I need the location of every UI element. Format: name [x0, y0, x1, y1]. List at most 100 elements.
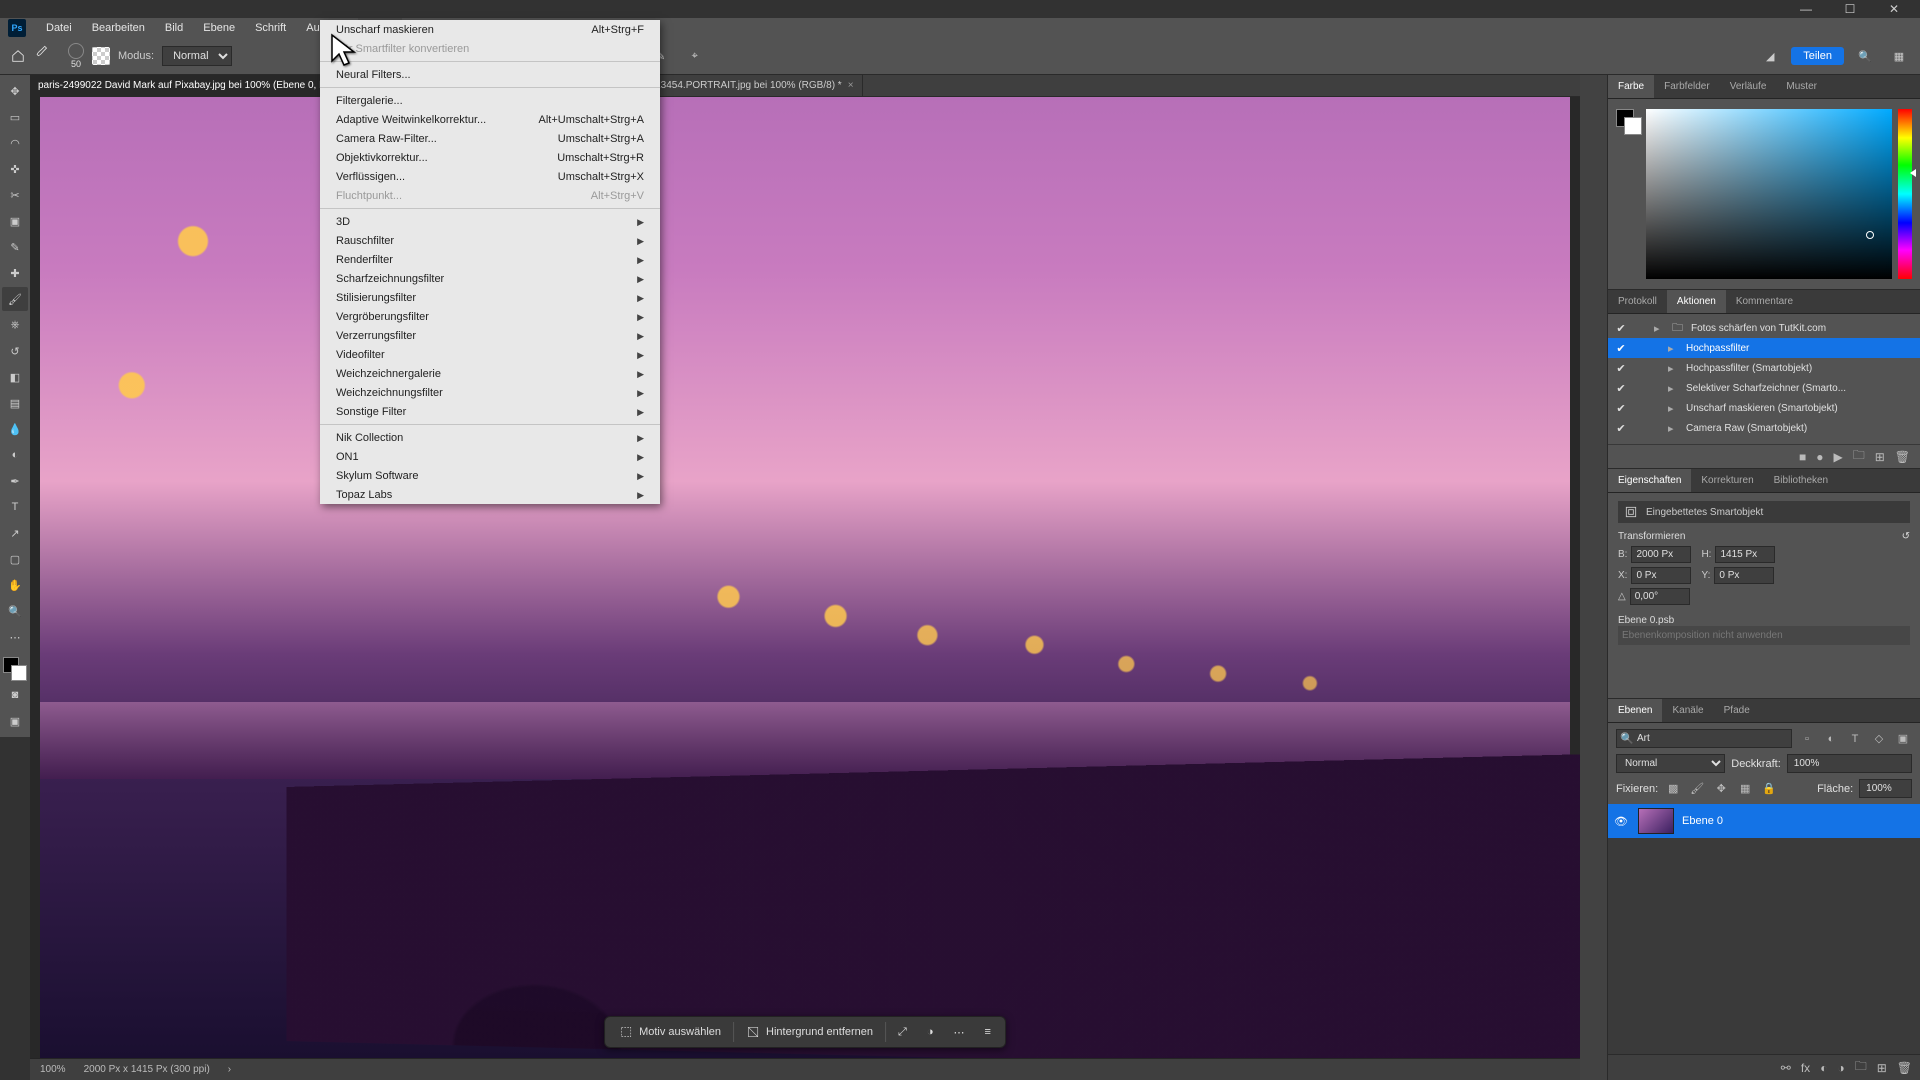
action-row[interactable]: ✔▸Unscharf maskieren (Smartobjekt) [1608, 398, 1920, 418]
height-input[interactable] [1715, 546, 1775, 563]
visibility-icon[interactable]: 👁 [1614, 815, 1630, 828]
opacity-input[interactable] [1787, 754, 1912, 773]
panel-tab-kanäle[interactable]: Kanäle [1662, 699, 1713, 722]
screenmode-icon[interactable]: ▣ [2, 709, 28, 733]
panel-tab-aktionen[interactable]: Aktionen [1667, 290, 1726, 313]
action-row[interactable]: ✔▸Selektiver Scharfzeichner (Smarto... [1608, 378, 1920, 398]
panel-tab-farbe[interactable]: Farbe [1608, 75, 1654, 98]
pen-tool-icon[interactable]: ✒ [2, 469, 28, 493]
zoom-value[interactable]: 100% [40, 1064, 66, 1075]
menu-item[interactable]: Unscharf maskierenAlt+Strg+F [320, 20, 660, 39]
workspace-icon[interactable]: ▦ [1886, 43, 1912, 69]
adjust-icon[interactable]: ◑ [919, 1022, 942, 1042]
panel-tab-kommentare[interactable]: Kommentare [1726, 290, 1803, 313]
layer-name[interactable]: Ebene 0 [1682, 815, 1723, 827]
quickmask-icon[interactable]: ◙ [2, 683, 28, 707]
panel-tab-protokoll[interactable]: Protokoll [1608, 290, 1667, 313]
panel-tab-bibliotheken[interactable]: Bibliotheken [1764, 469, 1838, 492]
minimize-button[interactable]: — [1784, 0, 1828, 18]
menu-item[interactable]: Adaptive Weitwinkelkorrektur...Alt+Umsch… [320, 110, 660, 129]
play-icon[interactable]: ▶ [1833, 450, 1842, 464]
fill-input[interactable] [1859, 779, 1912, 798]
layer-thumbnail[interactable] [1638, 808, 1674, 834]
lock-all-icon[interactable]: 🔒 [1760, 780, 1778, 798]
home-icon[interactable] [8, 46, 28, 66]
marquee-tool-icon[interactable]: ▭ [2, 105, 28, 129]
menu-ebene[interactable]: Ebene [193, 18, 245, 38]
group-icon[interactable]: 🗀 [1855, 1057, 1867, 1078]
menu-item[interactable]: Topaz Labs▶ [320, 485, 660, 504]
filter-shape-icon[interactable]: ◇ [1870, 730, 1888, 748]
new-action-icon[interactable]: ⊞ [1875, 450, 1885, 464]
dodge-tool-icon[interactable]: ◐ [2, 443, 28, 467]
menu-item[interactable]: Vergröberungsfilter▶ [320, 307, 660, 326]
action-set-row[interactable]: ✔▸🗀Fotos schärfen von TutKit.com [1608, 318, 1920, 338]
brush-size-value[interactable]: 50 [71, 59, 81, 69]
new-layer-icon[interactable]: ⊞ [1877, 1061, 1887, 1075]
canvas[interactable]: Motiv auswählen Hintergrund entfernen ⤢ … [30, 97, 1580, 1058]
panel-tab-farbfelder[interactable]: Farbfelder [1654, 75, 1720, 98]
menu-item[interactable]: ON1▶ [320, 447, 660, 466]
width-input[interactable] [1631, 546, 1691, 563]
type-tool-icon[interactable]: T [2, 495, 28, 519]
select-subject-button[interactable]: Motiv auswählen [611, 1021, 729, 1043]
panel-tab-muster[interactable]: Muster [1776, 75, 1827, 98]
search-icon[interactable]: 🔍 [1852, 43, 1878, 69]
fg-bg-color-swatch[interactable] [3, 657, 27, 681]
collapsed-panel-strip[interactable] [1580, 75, 1608, 1080]
new-set-icon[interactable]: 🗀 [1853, 446, 1865, 467]
close-button[interactable]: ✕ [1872, 0, 1916, 18]
menu-item[interactable]: Videofilter▶ [320, 345, 660, 364]
menu-item[interactable]: 3D▶ [320, 212, 660, 231]
history-brush-icon[interactable]: ↺ [2, 339, 28, 363]
transform-icon[interactable]: ⤢ [890, 1022, 915, 1043]
lock-nest-icon[interactable]: ▦ [1736, 780, 1754, 798]
action-row[interactable]: ✔▸Camera Raw (Smartobjekt) [1608, 418, 1920, 438]
brush-preview-icon[interactable] [92, 47, 110, 65]
menu-item[interactable]: Verzerrungsfilter▶ [320, 326, 660, 345]
menu-schrift[interactable]: Schrift [245, 18, 296, 38]
angle-input[interactable] [1630, 588, 1690, 605]
more-icon[interactable]: ⋯ [946, 1022, 973, 1043]
menu-item[interactable]: Verflüssigen...Umschalt+Strg+X [320, 167, 660, 186]
menu-item[interactable]: Renderfilter▶ [320, 250, 660, 269]
menu-item[interactable]: Objektivkorrektur...Umschalt+Strg+R [320, 148, 660, 167]
color-fgbg-swatch[interactable] [1616, 109, 1640, 279]
layer-row[interactable]: 👁 Ebene 0 [1608, 804, 1920, 838]
delete-action-icon[interactable]: 🗑 [1895, 450, 1910, 464]
menu-item[interactable]: Filtergalerie... [320, 91, 660, 110]
reset-transform-icon[interactable]: ↺ [1902, 531, 1910, 542]
panel-tab-ebenen[interactable]: Ebenen [1608, 699, 1662, 722]
action-row[interactable]: ✔▸Hochpassfilter [1608, 338, 1920, 358]
frame-tool-icon[interactable]: ▣ [2, 209, 28, 233]
hue-slider[interactable] [1898, 109, 1912, 279]
more-tools-icon[interactable]: ⋯ [2, 625, 28, 649]
action-row[interactable]: ✔▸Hochpassfilter (Smartobjekt) [1608, 358, 1920, 378]
remove-background-button[interactable]: Hintergrund entfernen [738, 1021, 881, 1043]
menu-item[interactable]: Rauschfilter▶ [320, 231, 660, 250]
panel-tab-verläufe[interactable]: Verläufe [1720, 75, 1777, 98]
move-tool-icon[interactable]: ✥ [2, 79, 28, 103]
share-button[interactable]: Teilen [1791, 47, 1844, 65]
panel-tab-korrekturen[interactable]: Korrekturen [1691, 469, 1763, 492]
menu-item[interactable]: Scharfzeichnungsfilter▶ [320, 269, 660, 288]
menu-item[interactable]: Weichzeichnergalerie▶ [320, 364, 660, 383]
menu-item[interactable]: Neural Filters... [320, 65, 660, 84]
menu-item[interactable]: Sonstige Filter▶ [320, 402, 660, 421]
zoom-tool-icon[interactable]: 🔍 [2, 599, 28, 623]
lock-pos-icon[interactable]: ✥ [1712, 780, 1730, 798]
blur-tool-icon[interactable]: 💧 [2, 417, 28, 441]
link-layers-icon[interactable]: ⚯ [1781, 1061, 1791, 1075]
panel-tab-pfade[interactable]: Pfade [1714, 699, 1760, 722]
eyedropper-tool-icon[interactable]: ◢ [1757, 43, 1783, 69]
healing-tool-icon[interactable]: ✚ [2, 261, 28, 285]
maximize-button[interactable]: ☐ [1828, 0, 1872, 18]
menu-bild[interactable]: Bild [155, 18, 193, 38]
selection-tool-icon[interactable]: ✜ [2, 157, 28, 181]
tool-preset-icon[interactable] [36, 44, 60, 68]
menu-item[interactable]: Stilisierungsfilter▶ [320, 288, 660, 307]
layer-search-input[interactable] [1616, 729, 1792, 748]
close-tab-icon[interactable]: × [848, 80, 854, 91]
menu-item[interactable]: Camera Raw-Filter...Umschalt+Strg+A [320, 129, 660, 148]
menu-datei[interactable]: Datei [36, 18, 82, 38]
